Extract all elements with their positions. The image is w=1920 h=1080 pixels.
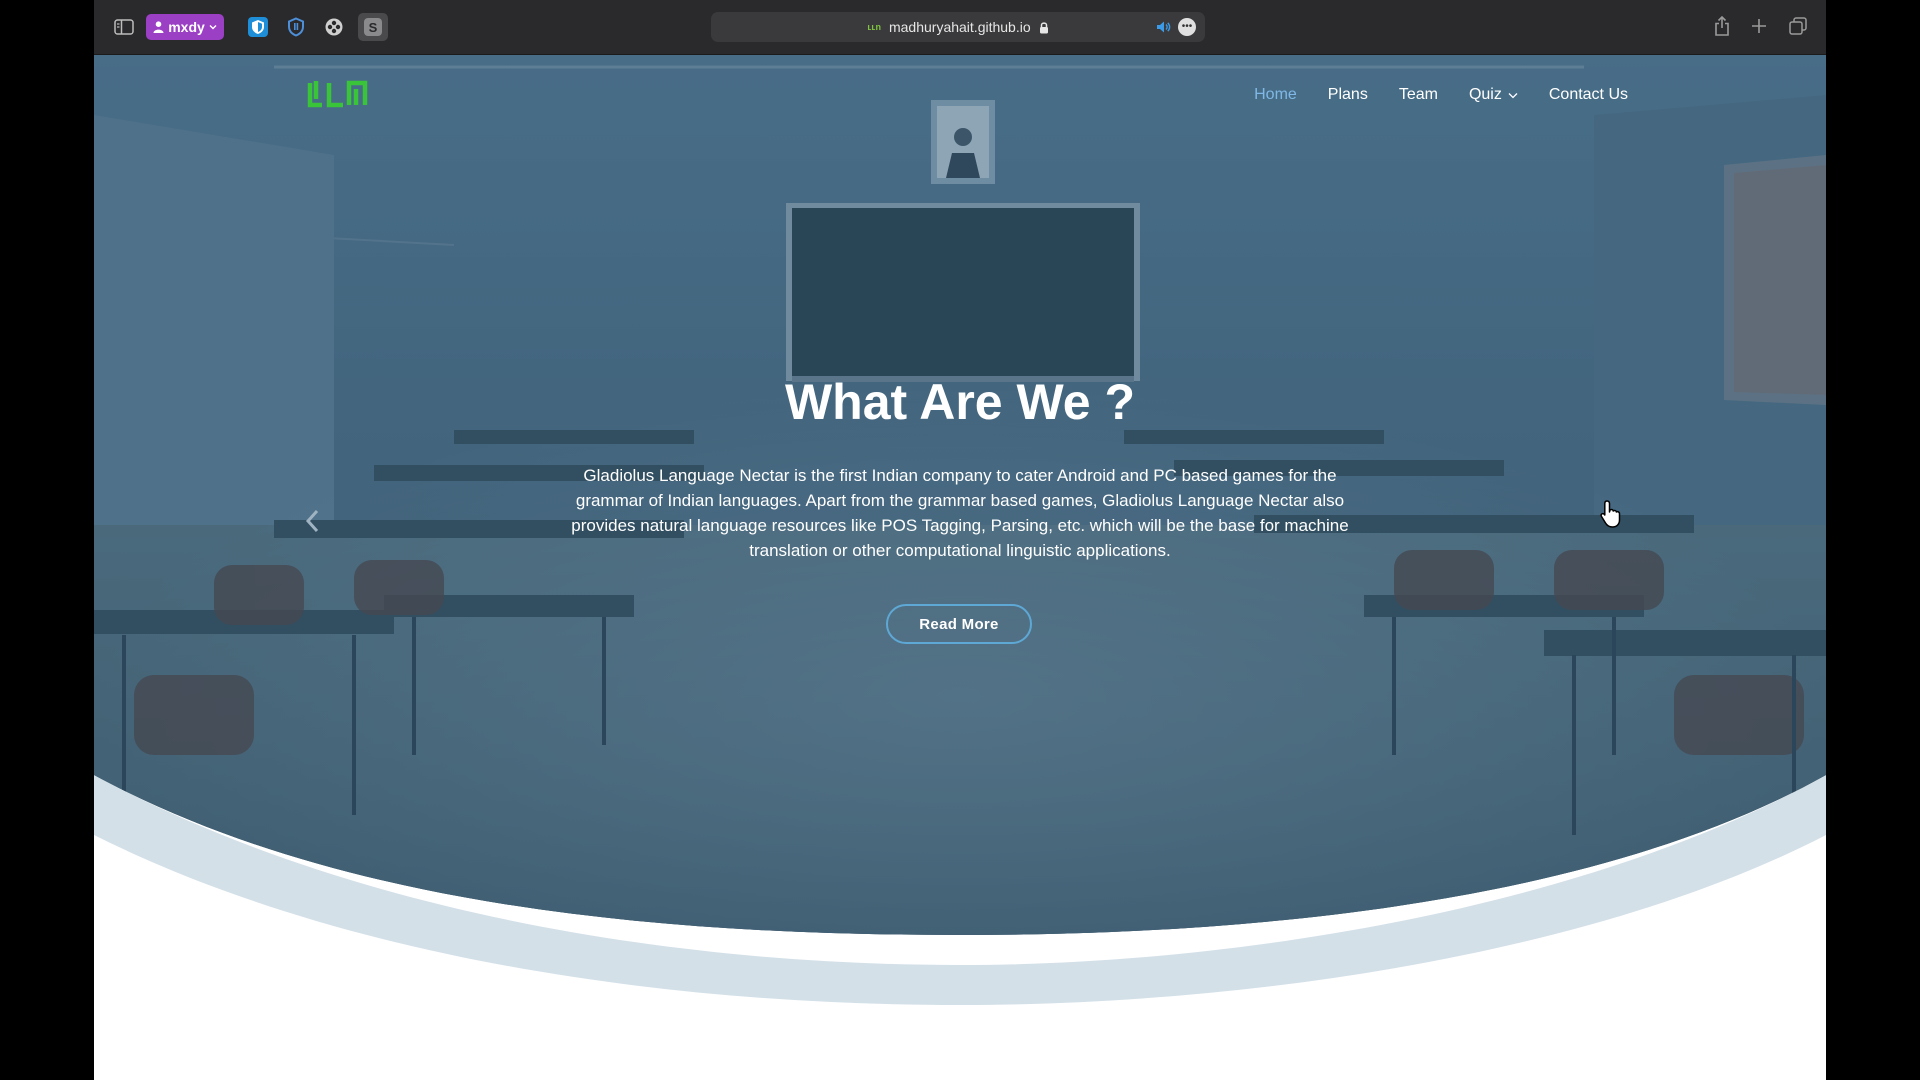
nav-quiz-label: Quiz: [1468, 86, 1502, 103]
puzzle-extension-icon[interactable]: [323, 16, 345, 38]
extension-s-button[interactable]: S: [358, 13, 388, 41]
browser-window: mxdy S ʟʟn madhuryahait.github.io ••• Ho…: [94, 0, 1826, 1080]
chevron-down-icon: [1508, 92, 1518, 98]
nav-contact-us[interactable]: Contact Us: [1549, 86, 1628, 104]
carousel-prev-button[interactable]: [299, 501, 325, 541]
more-icon[interactable]: •••: [1178, 18, 1196, 36]
nav-quiz[interactable]: Quiz: [1469, 86, 1518, 104]
lock-icon: [1039, 21, 1048, 33]
hero-description: Gladiolus Language Nectar is the first I…: [571, 466, 1349, 560]
password-manager-icon[interactable]: [285, 16, 307, 38]
nav-plans[interactable]: Plans: [1328, 86, 1368, 104]
nav-menu: Home Plans Team Quiz Contact Us: [1254, 86, 1628, 104]
nav-home[interactable]: Home: [1254, 86, 1297, 104]
browser-toolbar: mxdy S ʟʟn madhuryahait.github.io •••: [94, 0, 1826, 55]
speaker-icon[interactable]: [1155, 19, 1171, 35]
extension-s-icon: S: [364, 18, 382, 36]
site-logo[interactable]: [307, 77, 369, 116]
url-text: madhuryahait.github.io: [888, 19, 1031, 35]
plus-icon[interactable]: [1747, 14, 1771, 38]
logo-icon: [307, 80, 368, 108]
site-navbar: Home Plans Team Quiz Contact Us: [94, 55, 1826, 135]
shield-extension-icon[interactable]: [247, 16, 269, 38]
chevron-left-icon: [305, 509, 319, 533]
web-page: Home Plans Team Quiz Contact Us What Are…: [94, 55, 1826, 1080]
profile-button[interactable]: mxdy: [146, 14, 224, 40]
read-more-button[interactable]: Read More: [886, 604, 1032, 644]
site-favicon-icon: ʟʟn: [867, 22, 881, 32]
nav-team[interactable]: Team: [1399, 86, 1438, 104]
chevron-down-icon: [209, 25, 217, 30]
tabs-overview-icon[interactable]: [1786, 14, 1810, 38]
sidebar-icon[interactable]: [112, 14, 136, 40]
profile-name: mxdy: [168, 19, 205, 35]
hero-background: [94, 55, 1826, 1005]
hand-cursor-icon: [1600, 500, 1621, 528]
address-bar[interactable]: ʟʟn madhuryahait.github.io •••: [711, 12, 1205, 42]
hero-title: What Are We ?: [784, 374, 1136, 430]
share-icon[interactable]: [1710, 14, 1734, 38]
person-icon: [153, 21, 164, 33]
